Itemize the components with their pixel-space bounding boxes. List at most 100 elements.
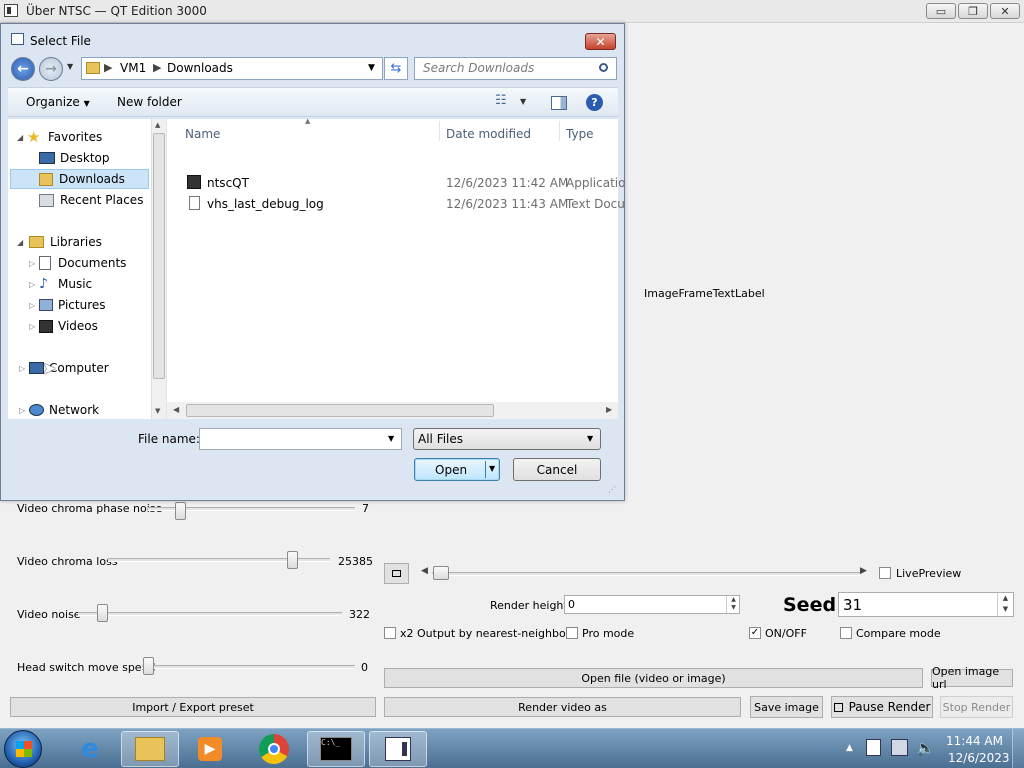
live-preview-checkbox[interactable] [879,567,891,579]
resize-grip-icon[interactable]: ⋰ [608,485,616,494]
compare-mode-label: Compare mode [856,627,941,640]
nav-documents[interactable]: ▷ Documents [8,253,151,273]
slider-label-video-noise: Video noise [17,608,81,621]
spin-arrows-icon[interactable]: ▲ ▼ [726,596,740,613]
nav-libraries[interactable]: ◢ Libraries [8,232,151,252]
close-icon: ✕ [1000,4,1010,18]
recent-locations-chevron-icon[interactable]: ▼ [67,62,73,71]
scroll-right-icon[interactable]: ▶ [606,405,612,414]
taskbar-media-player[interactable]: ▶ [181,731,239,767]
save-image-button[interactable]: Save image [750,696,823,718]
breadcrumb-vm1[interactable]: VM1 [120,61,146,75]
slider-thumb-chroma-phase-noise[interactable] [175,502,186,520]
pro-mode-checkbox[interactable] [566,627,578,639]
search-input[interactable]: Search Downloads [423,61,534,75]
show-hidden-icons-icon[interactable]: ▲ [846,743,853,753]
nav-downloads[interactable]: Downloads [10,169,149,189]
close-button[interactable]: ✕ [990,3,1020,19]
timeline-right-arrow-icon[interactable]: ▶ [860,566,867,576]
open-image-url-label: Open image url [932,665,1000,691]
file-type-filter-select[interactable]: All Files ▼ [413,428,601,450]
scrollbar-thumb[interactable] [153,133,165,379]
column-name[interactable]: Name [185,127,220,141]
on-off-checkbox[interactable]: ✓ [749,627,761,639]
nav-desktop[interactable]: Desktop [8,148,151,168]
nav-music[interactable]: ▷ ♪ Music [8,274,151,294]
volume-muted-icon[interactable]: 🔈 [916,739,935,757]
navigation-pane-scrollbar[interactable]: ▲ ▼ [151,119,166,419]
scroll-left-icon[interactable]: ◀ [173,405,179,414]
nav-videos[interactable]: ▷ Videos [8,316,151,336]
timeline-slider[interactable] [432,572,860,576]
timeline-slider-thumb[interactable] [433,566,449,580]
application-icon [187,175,201,189]
x2-output-checkbox[interactable] [384,627,396,639]
search-box[interactable]: Search Downloads [414,57,617,80]
slider-thumb-chroma-loss[interactable] [287,551,298,569]
file-name-dropdown-icon[interactable]: ▼ [388,434,394,443]
file-type-filter-value: All Files [418,432,464,446]
organize-button[interactable]: Organize ▼ [26,95,90,109]
slider-thumb-video-noise[interactable] [97,604,108,622]
network-icon [29,404,44,416]
back-button[interactable]: ← [11,57,35,81]
nav-favorites[interactable]: ◢ ★ Favorites [8,127,151,147]
render-height-spinbox[interactable]: 0 ▲ ▼ [564,595,740,614]
file-name-input[interactable]: ▼ [199,428,402,450]
column-type[interactable]: Type [566,127,594,141]
taskbar-cmd[interactable]: C:\_ [307,731,365,767]
view-options-icon[interactable]: ☷ [495,93,507,108]
dialog-close-button[interactable]: ✕ [585,33,616,50]
nav-computer[interactable]: ▷ Computer [8,358,151,378]
scroll-down-icon[interactable]: ▼ [155,407,160,415]
minimize-button[interactable]: ▭ [926,3,956,19]
view-chevron-icon[interactable]: ▼ [520,97,526,106]
address-dropdown-icon[interactable]: ▼ [368,63,375,73]
show-desktop-button[interactable] [1012,729,1024,768]
cancel-button[interactable]: Cancel [513,458,601,481]
file-row-ntscqt[interactable]: ntscQT 12/6/2023 11:42 AM Applicatio [167,173,625,193]
stop-render-button[interactable]: Stop Render [940,696,1013,718]
clock-date[interactable]: 12/6/2023 [948,751,1010,765]
new-folder-button[interactable]: New folder [117,95,182,109]
start-button[interactable] [4,730,42,768]
clock-time[interactable]: 11:44 AM [946,734,1003,748]
file-list-hscrollbar[interactable]: ◀ ▶ [167,402,618,419]
render-video-button[interactable]: Render video as [384,697,741,717]
taskbar-ie[interactable]: e [61,731,119,767]
hscrollbar-thumb[interactable] [186,404,494,417]
open-file-button[interactable]: Open file (video or image) [384,668,923,688]
slider-thumb-head-switch-speed[interactable] [143,657,154,675]
taskbar-ntsc-app[interactable] [369,731,427,767]
nav-network[interactable]: ▷ Network [8,400,151,420]
network-status-icon[interactable] [891,739,908,756]
pause-render-button[interactable]: Pause Render [831,696,933,718]
open-dropdown-icon[interactable]: ▼ [489,464,495,473]
seed-spinbox[interactable]: 31 ▲ ▼ [838,592,1014,617]
refresh-button[interactable]: ⇆ [384,57,408,80]
nav-favorites-label: Favorites [48,130,103,144]
help-icon[interactable]: ? [586,94,603,111]
taskbar-explorer[interactable] [121,731,179,767]
import-export-preset-button[interactable]: Import / Export preset [10,697,376,717]
file-row-vhs-log[interactable]: vhs_last_debug_log 12/6/2023 11:43 AM Te… [167,194,625,214]
column-date-modified[interactable]: Date modified [446,127,531,141]
maximize-button[interactable]: ❐ [958,3,988,19]
taskbar-chrome[interactable] [245,731,303,767]
seed-spin-arrows-icon[interactable]: ▲ ▼ [997,593,1013,616]
open-image-url-button[interactable]: Open image url [931,665,1013,691]
slider-video-noise[interactable] [78,612,342,616]
action-center-flag-icon[interactable] [866,739,881,756]
slider-head-switch-speed[interactable] [142,665,355,669]
stop-preview-button[interactable] [384,563,409,584]
address-bar[interactable]: ▶ VM1 ▶ Downloads ▼ [81,57,383,80]
breadcrumb-downloads[interactable]: Downloads [167,61,233,75]
preview-pane-icon[interactable] [551,96,567,110]
nav-pictures[interactable]: ▷ Pictures [8,295,151,315]
timeline-left-arrow-icon[interactable]: ◀ [421,566,428,576]
open-button[interactable]: Open ▼ [414,458,500,481]
compare-mode-checkbox[interactable] [840,627,852,639]
scroll-up-icon[interactable]: ▲ [155,121,160,129]
nav-recent-places[interactable]: Recent Places [8,190,151,210]
forward-button[interactable]: → [39,57,63,81]
